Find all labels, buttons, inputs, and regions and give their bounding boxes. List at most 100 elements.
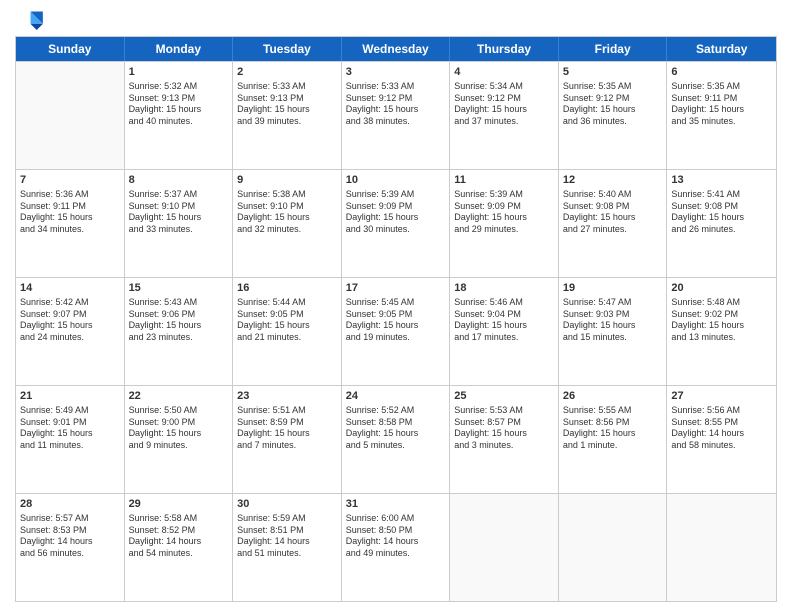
day-number: 9 — [237, 173, 337, 188]
day-number: 22 — [129, 389, 229, 404]
logo — [15, 10, 47, 30]
day-cell-7: 7Sunrise: 5:36 AM Sunset: 9:11 PM Daylig… — [16, 170, 125, 277]
day-info: Sunrise: 5:43 AM Sunset: 9:06 PM Dayligh… — [129, 297, 229, 344]
day-number: 12 — [563, 173, 663, 188]
day-info: Sunrise: 5:50 AM Sunset: 9:00 PM Dayligh… — [129, 405, 229, 452]
day-info: Sunrise: 5:48 AM Sunset: 9:02 PM Dayligh… — [671, 297, 772, 344]
day-cell-11: 11Sunrise: 5:39 AM Sunset: 9:09 PM Dayli… — [450, 170, 559, 277]
header-day-monday: Monday — [125, 37, 234, 61]
day-info: Sunrise: 5:42 AM Sunset: 9:07 PM Dayligh… — [20, 297, 120, 344]
day-info: Sunrise: 5:35 AM Sunset: 9:12 PM Dayligh… — [563, 81, 663, 128]
day-cell-10: 10Sunrise: 5:39 AM Sunset: 9:09 PM Dayli… — [342, 170, 451, 277]
day-number: 4 — [454, 65, 554, 80]
day-number: 10 — [346, 173, 446, 188]
header-day-thursday: Thursday — [450, 37, 559, 61]
day-cell-29: 29Sunrise: 5:58 AM Sunset: 8:52 PM Dayli… — [125, 494, 234, 601]
day-info: Sunrise: 5:32 AM Sunset: 9:13 PM Dayligh… — [129, 81, 229, 128]
day-number: 5 — [563, 65, 663, 80]
day-number: 15 — [129, 281, 229, 296]
day-cell-17: 17Sunrise: 5:45 AM Sunset: 9:05 PM Dayli… — [342, 278, 451, 385]
empty-cell — [559, 494, 668, 601]
header-day-friday: Friday — [559, 37, 668, 61]
header — [15, 10, 777, 30]
day-info: Sunrise: 5:49 AM Sunset: 9:01 PM Dayligh… — [20, 405, 120, 452]
day-number: 3 — [346, 65, 446, 80]
day-cell-31: 31Sunrise: 6:00 AM Sunset: 8:50 PM Dayli… — [342, 494, 451, 601]
day-cell-1: 1Sunrise: 5:32 AM Sunset: 9:13 PM Daylig… — [125, 62, 234, 169]
day-info: Sunrise: 5:34 AM Sunset: 9:12 PM Dayligh… — [454, 81, 554, 128]
day-cell-28: 28Sunrise: 5:57 AM Sunset: 8:53 PM Dayli… — [16, 494, 125, 601]
day-number: 20 — [671, 281, 772, 296]
day-cell-2: 2Sunrise: 5:33 AM Sunset: 9:13 PM Daylig… — [233, 62, 342, 169]
day-number: 14 — [20, 281, 120, 296]
day-cell-27: 27Sunrise: 5:56 AM Sunset: 8:55 PM Dayli… — [667, 386, 776, 493]
calendar-week-3: 14Sunrise: 5:42 AM Sunset: 9:07 PM Dayli… — [16, 277, 776, 385]
day-info: Sunrise: 5:37 AM Sunset: 9:10 PM Dayligh… — [129, 189, 229, 236]
day-number: 18 — [454, 281, 554, 296]
day-cell-23: 23Sunrise: 5:51 AM Sunset: 8:59 PM Dayli… — [233, 386, 342, 493]
header-day-wednesday: Wednesday — [342, 37, 451, 61]
day-cell-15: 15Sunrise: 5:43 AM Sunset: 9:06 PM Dayli… — [125, 278, 234, 385]
day-number: 19 — [563, 281, 663, 296]
day-cell-19: 19Sunrise: 5:47 AM Sunset: 9:03 PM Dayli… — [559, 278, 668, 385]
calendar-grid: SundayMondayTuesdayWednesdayThursdayFrid… — [15, 36, 777, 602]
day-cell-3: 3Sunrise: 5:33 AM Sunset: 9:12 PM Daylig… — [342, 62, 451, 169]
day-number: 13 — [671, 173, 772, 188]
day-info: Sunrise: 5:38 AM Sunset: 9:10 PM Dayligh… — [237, 189, 337, 236]
header-day-saturday: Saturday — [667, 37, 776, 61]
logo-icon — [15, 10, 43, 30]
day-info: Sunrise: 5:58 AM Sunset: 8:52 PM Dayligh… — [129, 513, 229, 560]
day-info: Sunrise: 6:00 AM Sunset: 8:50 PM Dayligh… — [346, 513, 446, 560]
day-number: 16 — [237, 281, 337, 296]
day-cell-4: 4Sunrise: 5:34 AM Sunset: 9:12 PM Daylig… — [450, 62, 559, 169]
day-cell-24: 24Sunrise: 5:52 AM Sunset: 8:58 PM Dayli… — [342, 386, 451, 493]
day-info: Sunrise: 5:35 AM Sunset: 9:11 PM Dayligh… — [671, 81, 772, 128]
day-info: Sunrise: 5:59 AM Sunset: 8:51 PM Dayligh… — [237, 513, 337, 560]
calendar-week-1: 1Sunrise: 5:32 AM Sunset: 9:13 PM Daylig… — [16, 61, 776, 169]
header-day-sunday: Sunday — [16, 37, 125, 61]
day-cell-22: 22Sunrise: 5:50 AM Sunset: 9:00 PM Dayli… — [125, 386, 234, 493]
day-cell-30: 30Sunrise: 5:59 AM Sunset: 8:51 PM Dayli… — [233, 494, 342, 601]
calendar-header: SundayMondayTuesdayWednesdayThursdayFrid… — [16, 37, 776, 61]
day-info: Sunrise: 5:53 AM Sunset: 8:57 PM Dayligh… — [454, 405, 554, 452]
day-cell-5: 5Sunrise: 5:35 AM Sunset: 9:12 PM Daylig… — [559, 62, 668, 169]
day-number: 7 — [20, 173, 120, 188]
day-info: Sunrise: 5:41 AM Sunset: 9:08 PM Dayligh… — [671, 189, 772, 236]
day-cell-9: 9Sunrise: 5:38 AM Sunset: 9:10 PM Daylig… — [233, 170, 342, 277]
header-day-tuesday: Tuesday — [233, 37, 342, 61]
day-number: 25 — [454, 389, 554, 404]
day-number: 21 — [20, 389, 120, 404]
day-info: Sunrise: 5:40 AM Sunset: 9:08 PM Dayligh… — [563, 189, 663, 236]
day-info: Sunrise: 5:47 AM Sunset: 9:03 PM Dayligh… — [563, 297, 663, 344]
day-cell-14: 14Sunrise: 5:42 AM Sunset: 9:07 PM Dayli… — [16, 278, 125, 385]
day-cell-26: 26Sunrise: 5:55 AM Sunset: 8:56 PM Dayli… — [559, 386, 668, 493]
calendar-week-2: 7Sunrise: 5:36 AM Sunset: 9:11 PM Daylig… — [16, 169, 776, 277]
day-number: 30 — [237, 497, 337, 512]
day-info: Sunrise: 5:51 AM Sunset: 8:59 PM Dayligh… — [237, 405, 337, 452]
day-info: Sunrise: 5:33 AM Sunset: 9:12 PM Dayligh… — [346, 81, 446, 128]
day-info: Sunrise: 5:33 AM Sunset: 9:13 PM Dayligh… — [237, 81, 337, 128]
day-info: Sunrise: 5:46 AM Sunset: 9:04 PM Dayligh… — [454, 297, 554, 344]
day-info: Sunrise: 5:55 AM Sunset: 8:56 PM Dayligh… — [563, 405, 663, 452]
day-info: Sunrise: 5:39 AM Sunset: 9:09 PM Dayligh… — [346, 189, 446, 236]
empty-cell — [667, 494, 776, 601]
day-info: Sunrise: 5:44 AM Sunset: 9:05 PM Dayligh… — [237, 297, 337, 344]
day-number: 6 — [671, 65, 772, 80]
day-number: 26 — [563, 389, 663, 404]
day-info: Sunrise: 5:39 AM Sunset: 9:09 PM Dayligh… — [454, 189, 554, 236]
day-cell-25: 25Sunrise: 5:53 AM Sunset: 8:57 PM Dayli… — [450, 386, 559, 493]
day-info: Sunrise: 5:52 AM Sunset: 8:58 PM Dayligh… — [346, 405, 446, 452]
day-cell-6: 6Sunrise: 5:35 AM Sunset: 9:11 PM Daylig… — [667, 62, 776, 169]
calendar-week-4: 21Sunrise: 5:49 AM Sunset: 9:01 PM Dayli… — [16, 385, 776, 493]
empty-cell — [450, 494, 559, 601]
day-cell-18: 18Sunrise: 5:46 AM Sunset: 9:04 PM Dayli… — [450, 278, 559, 385]
day-number: 23 — [237, 389, 337, 404]
day-cell-13: 13Sunrise: 5:41 AM Sunset: 9:08 PM Dayli… — [667, 170, 776, 277]
day-info: Sunrise: 5:45 AM Sunset: 9:05 PM Dayligh… — [346, 297, 446, 344]
day-cell-8: 8Sunrise: 5:37 AM Sunset: 9:10 PM Daylig… — [125, 170, 234, 277]
day-number: 31 — [346, 497, 446, 512]
day-cell-16: 16Sunrise: 5:44 AM Sunset: 9:05 PM Dayli… — [233, 278, 342, 385]
empty-cell — [16, 62, 125, 169]
day-number: 11 — [454, 173, 554, 188]
day-cell-21: 21Sunrise: 5:49 AM Sunset: 9:01 PM Dayli… — [16, 386, 125, 493]
